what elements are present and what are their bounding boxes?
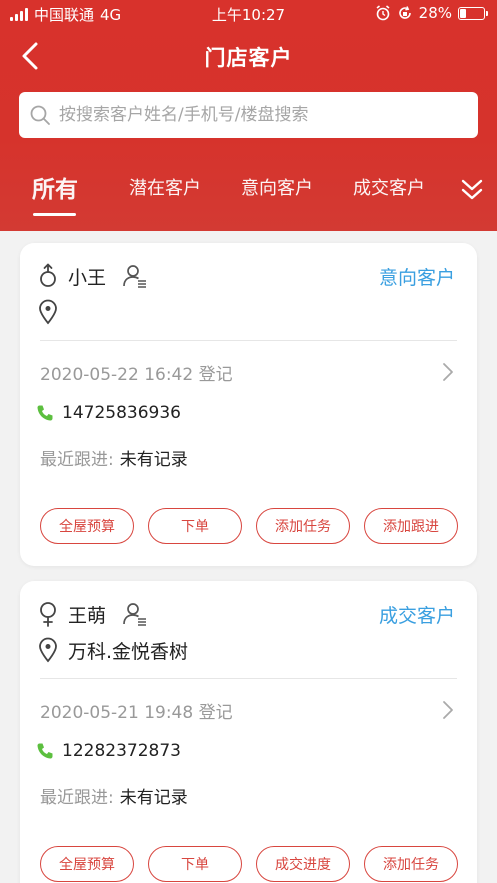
budget-button[interactable]: 全屋预算 (40, 846, 134, 882)
card-actions: 全屋预算 下单 成交进度 添加任务 (40, 846, 458, 882)
customer-card[interactable]: 王萌 成交客户 万科.金悦香树 2020-05-21 19:48 登记 1228… (20, 581, 477, 883)
status-bar: 中国联通 4G 上午10:27 28% (0, 0, 497, 26)
location-pin-icon (39, 299, 57, 325)
add-task-button[interactable]: 添加任务 (256, 508, 350, 544)
follow-row: 最近跟进: 未有记录 (40, 445, 188, 470)
order-button[interactable]: 下单 (148, 508, 242, 544)
register-time: 2020-05-21 19:48 登记 (40, 703, 233, 723)
register-row[interactable]: 2020-05-21 19:48 登记 (40, 698, 457, 723)
search-bar (19, 92, 478, 138)
battery-percent: 28% (418, 4, 452, 22)
customer-tabs: 所有 潜在客户 意向客户 成交客户 (0, 160, 497, 220)
card-actions: 全屋预算 下单 添加任务 添加跟进 (40, 508, 458, 544)
active-tab-indicator (33, 213, 76, 216)
search-input[interactable] (59, 92, 478, 138)
alarm-icon (376, 5, 390, 21)
divider (40, 340, 457, 341)
double-chevron-down-icon (461, 179, 483, 200)
follow-label: 最近跟进: (40, 450, 114, 470)
navigation-bar: 门店客户 (0, 30, 497, 82)
status-badge: 意向客户 (378, 267, 455, 289)
customer-name: 王萌 (68, 604, 107, 627)
add-follow-button[interactable]: 添加跟进 (364, 508, 458, 544)
follow-value: 未有记录 (119, 788, 188, 808)
female-gender-icon (40, 602, 56, 627)
search-icon (30, 105, 50, 125)
chevron-right-icon (443, 363, 453, 381)
more-tabs-button[interactable] (458, 176, 486, 204)
register-time: 2020-05-22 16:42 登记 (40, 365, 233, 385)
divider (40, 678, 457, 679)
phone-icon[interactable] (36, 404, 54, 422)
rotation-lock-icon (398, 6, 411, 19)
phone-number[interactable]: 12282372873 (62, 741, 181, 761)
register-row[interactable]: 2020-05-22 16:42 登记 (40, 360, 457, 385)
follow-label: 最近跟进: (40, 788, 114, 808)
battery-icon (458, 6, 488, 20)
location-pin-icon (39, 637, 57, 663)
add-task-button[interactable]: 添加任务 (364, 846, 458, 882)
progress-button[interactable]: 成交进度 (256, 846, 350, 882)
user-profile-icon[interactable] (122, 263, 148, 289)
customer-card[interactable]: 小王 意向客户 2020-05-22 16:42 登记 14725836936 … (20, 243, 477, 566)
tab-potential[interactable]: 潜在客户 (129, 174, 201, 200)
phone-number[interactable]: 14725836936 (62, 403, 181, 423)
tab-intention[interactable]: 意向客户 (241, 174, 313, 200)
budget-button[interactable]: 全屋预算 (40, 508, 134, 544)
follow-row: 最近跟进: 未有记录 (40, 783, 188, 808)
tab-closed[interactable]: 成交客户 (353, 174, 425, 200)
follow-value: 未有记录 (119, 450, 188, 470)
chevron-right-icon (443, 701, 453, 719)
header: 中国联通 4G 上午10:27 28% 门店客户 按搜索客户姓名/手机号/楼盘搜… (0, 0, 497, 231)
customer-address: 万科.金悦香树 (68, 640, 189, 663)
tab-all[interactable]: 所有 (32, 170, 78, 204)
user-profile-icon[interactable] (122, 601, 148, 627)
page-title: 门店客户 (204, 46, 293, 70)
order-button[interactable]: 下单 (148, 846, 242, 882)
male-gender-icon (40, 263, 56, 287)
customer-name: 小王 (68, 266, 107, 289)
status-badge: 成交客户 (378, 605, 455, 627)
phone-icon[interactable] (36, 742, 54, 760)
